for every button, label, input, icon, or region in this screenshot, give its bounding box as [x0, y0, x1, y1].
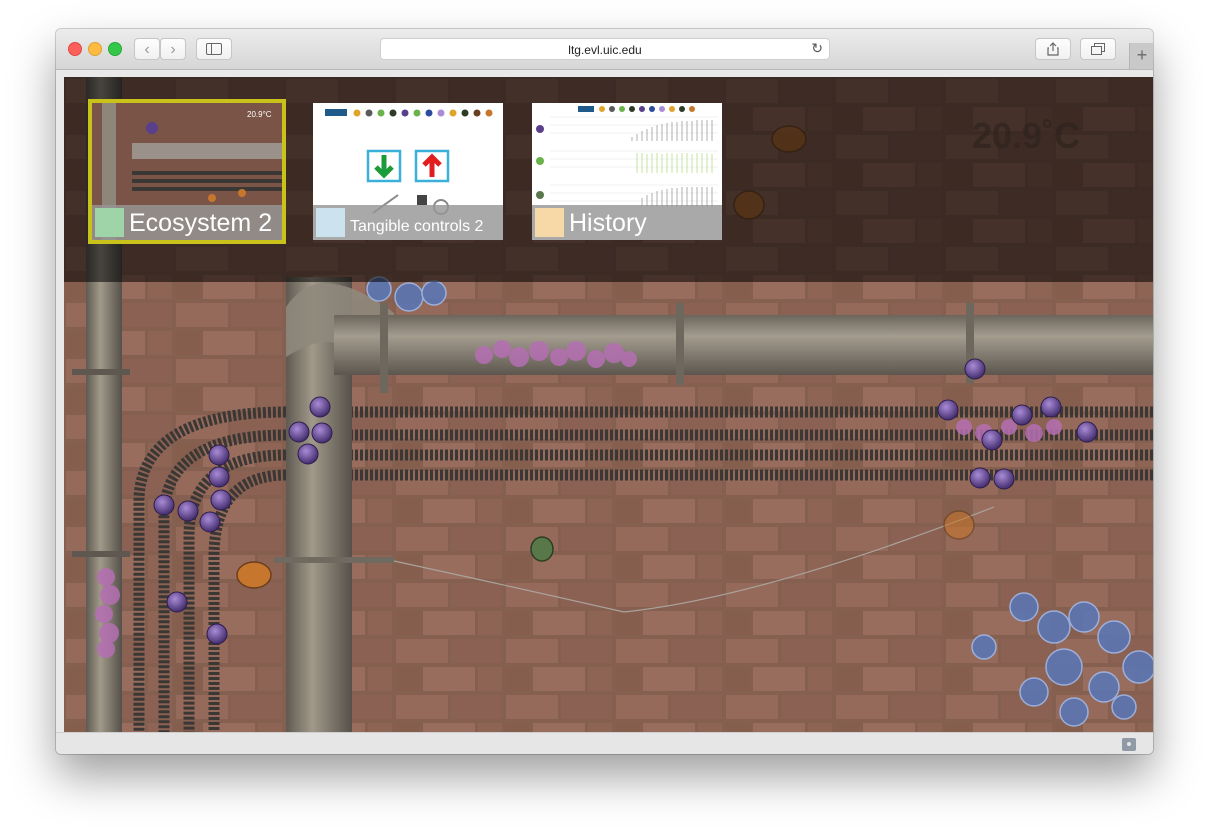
- web-content: 20.9˚C 20.9°C Ecosystem 2 Tangible contr…: [64, 77, 1153, 732]
- chevron-right-icon: ›: [170, 41, 176, 58]
- reload-icon[interactable]: ↻: [811, 40, 823, 57]
- inner-temperature-label: 20.9°C: [247, 110, 272, 119]
- share-icon: [1047, 42, 1059, 56]
- thumbnail-label-bar: Tangible controls 2: [313, 205, 503, 240]
- thumbnail-history[interactable]: History: [532, 103, 722, 240]
- sidebar-toggle-button[interactable]: [196, 38, 232, 60]
- url-text: ltg.evl.uic.edu: [568, 43, 642, 57]
- color-swatch-green: [95, 208, 124, 237]
- forward-button[interactable]: ›: [160, 38, 186, 60]
- thumbnail-label-bar: History: [532, 205, 722, 240]
- minimize-window-button[interactable]: [88, 42, 102, 56]
- zoom-window-button[interactable]: [108, 42, 122, 56]
- status-bar: [56, 732, 1153, 754]
- lock-icon[interactable]: [1122, 738, 1136, 751]
- share-button[interactable]: [1035, 38, 1071, 60]
- horizontal-pipe: [334, 315, 1153, 375]
- plus-icon: +: [1136, 45, 1148, 65]
- color-swatch-blue: [316, 208, 345, 237]
- thumbnail-label-history: History: [569, 209, 647, 237]
- title-bar: ‹ › ltg.evl.uic.edu ↻ +: [56, 29, 1153, 70]
- temperature-readout: 20.9˚C: [972, 115, 1081, 156]
- color-swatch-orange: [535, 208, 564, 237]
- green-bug: [530, 536, 554, 562]
- tabs-icon: [1091, 43, 1105, 55]
- back-button[interactable]: ‹: [134, 38, 160, 60]
- sidebar-icon: [206, 43, 222, 55]
- new-tab-button[interactable]: +: [1129, 43, 1153, 69]
- thumbnail-ecosystem[interactable]: 20.9°C Ecosystem 2: [88, 99, 286, 244]
- thumbnail-label-bar: Ecosystem 2: [92, 205, 282, 240]
- thumbnail-tangible-controls[interactable]: Tangible controls 2: [313, 103, 503, 240]
- address-bar[interactable]: ltg.evl.uic.edu ↻: [380, 38, 830, 60]
- browser-window: ‹ › ltg.evl.uic.edu ↻ + 20.9˚C 20.9°C Ec…: [56, 29, 1153, 754]
- thumbnail-label-tangible: Tangible controls 2: [350, 218, 484, 235]
- close-window-button[interactable]: [68, 42, 82, 56]
- thumbnail-label-ecosystem: Ecosystem 2: [129, 209, 273, 237]
- chevron-left-icon: ‹: [144, 41, 150, 58]
- show-tabs-button[interactable]: [1080, 38, 1116, 60]
